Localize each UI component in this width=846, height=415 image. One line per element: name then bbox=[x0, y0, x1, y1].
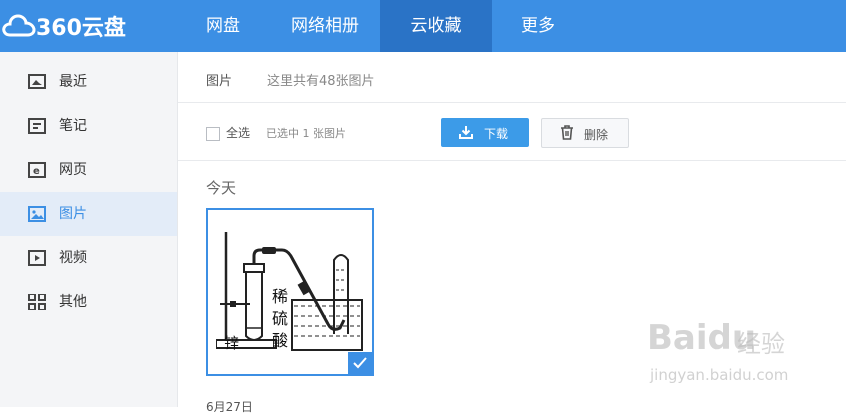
grid-icon bbox=[28, 294, 46, 310]
logo-text: 360云盘 bbox=[36, 16, 126, 41]
sidebar-item-recent[interactable]: 最近 bbox=[0, 60, 177, 104]
sidebar-item-other[interactable]: 其他 bbox=[0, 280, 177, 324]
download-icon bbox=[459, 126, 473, 139]
watermark-url: jingyan.baidu.com bbox=[650, 366, 789, 384]
tab-more[interactable]: 更多 bbox=[502, 0, 574, 52]
breadcrumb[interactable]: 图片 bbox=[206, 70, 232, 89]
note-icon bbox=[28, 118, 46, 134]
check-icon bbox=[353, 357, 367, 369]
baidu-watermark: Baidu 经验 jingyan.baidu.com bbox=[647, 318, 842, 398]
sidebar-item-label: 最近 bbox=[59, 74, 87, 90]
image-thumbnail[interactable]: 稀 硫 酸 锌 bbox=[206, 208, 374, 376]
sidebar: 最近 笔记 e 网页 图片 视频 其他 bbox=[0, 52, 178, 407]
sidebar-item-images[interactable]: 图片 bbox=[0, 192, 177, 236]
divider bbox=[178, 160, 846, 161]
divider bbox=[178, 102, 846, 103]
sidebar-item-video[interactable]: 视频 bbox=[0, 236, 177, 280]
image-icon bbox=[28, 206, 46, 222]
trash-icon bbox=[561, 125, 573, 140]
delete-button[interactable]: 删除 bbox=[541, 118, 629, 148]
delete-label: 删除 bbox=[584, 128, 609, 142]
select-all-label[interactable]: 全选 bbox=[226, 124, 250, 141]
label-acid: 酸 bbox=[272, 331, 288, 350]
sidebar-item-label: 网页 bbox=[59, 162, 87, 178]
tab-wangpan[interactable]: 网盘 bbox=[187, 0, 259, 52]
sidebar-item-label: 图片 bbox=[59, 206, 87, 222]
top-bar: 360云盘 网盘 网络相册 云收藏 更多 bbox=[0, 0, 846, 52]
selection-info: 已选中 1 张图片 bbox=[266, 127, 346, 140]
cloud-icon bbox=[2, 14, 36, 37]
webpage-icon: e bbox=[28, 162, 46, 178]
video-icon bbox=[28, 250, 46, 266]
select-all-checkbox[interactable] bbox=[206, 127, 220, 141]
label-sulfuric: 硫 bbox=[272, 309, 288, 328]
sidebar-item-webpage[interactable]: e 网页 bbox=[0, 148, 177, 192]
recent-icon bbox=[28, 74, 46, 89]
selected-check-badge[interactable] bbox=[348, 352, 372, 374]
app-logo[interactable]: 360云盘 bbox=[0, 0, 178, 52]
download-label: 下载 bbox=[484, 127, 509, 141]
sidebar-item-notes[interactable]: 笔记 bbox=[0, 104, 177, 148]
sidebar-item-label: 笔记 bbox=[59, 118, 87, 134]
date-group-label: 今天 bbox=[206, 179, 237, 197]
experiment-diagram-image: 稀 硫 酸 锌 bbox=[216, 232, 363, 352]
image-count: 这里共有48张图片 bbox=[267, 74, 375, 89]
tab-favorites[interactable]: 云收藏 bbox=[380, 0, 492, 52]
label-dilute: 稀 bbox=[272, 287, 288, 306]
watermark-cn: 经验 bbox=[737, 330, 785, 358]
tab-album[interactable]: 网络相册 bbox=[272, 0, 378, 52]
download-button[interactable]: 下载 bbox=[441, 118, 529, 147]
sidebar-item-label: 其他 bbox=[59, 294, 87, 310]
svg-text:e: e bbox=[33, 166, 40, 177]
label-zinc: 锌 bbox=[224, 334, 239, 352]
sidebar-item-label: 视频 bbox=[59, 250, 87, 266]
